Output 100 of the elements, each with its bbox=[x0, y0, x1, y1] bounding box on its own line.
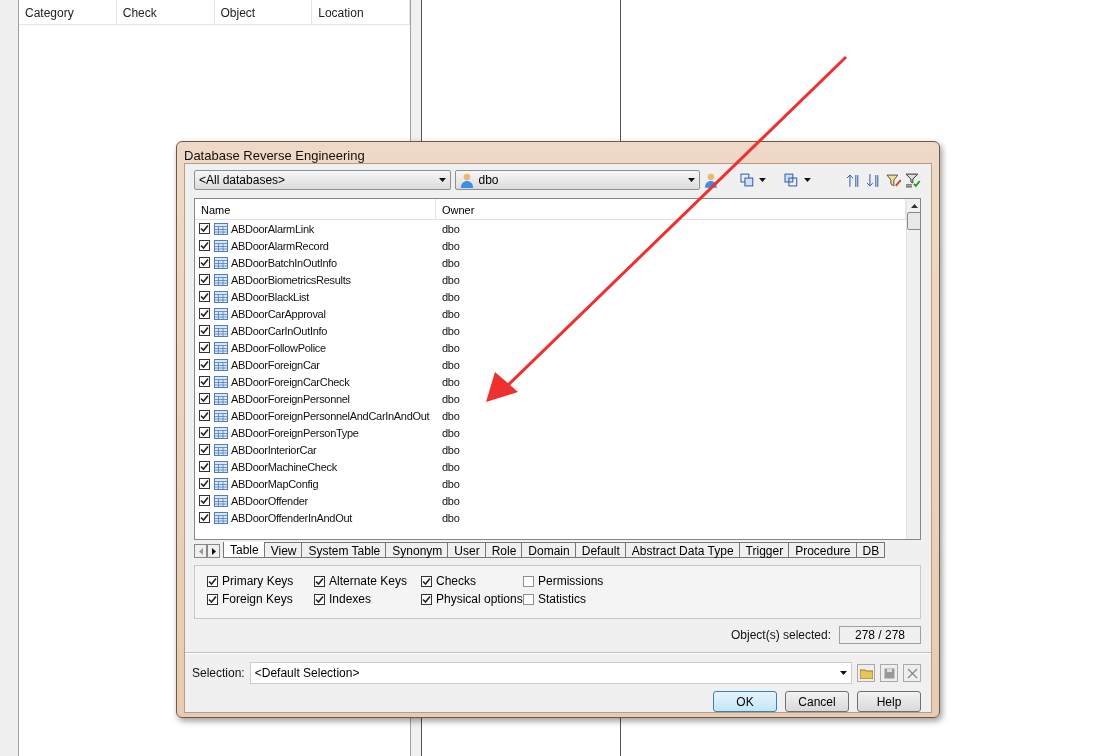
scroll-right-button[interactable] bbox=[207, 544, 220, 558]
owner-cell: dbo bbox=[442, 290, 460, 303]
checkbox[interactable] bbox=[199, 325, 210, 336]
caret-icon bbox=[439, 178, 447, 182]
column-header[interactable]: Name bbox=[195, 199, 436, 219]
filter-icon[interactable] bbox=[885, 172, 902, 188]
table-name: ABDoorBatchInOutInfo bbox=[231, 256, 338, 269]
option-checkbox[interactable]: Primary Keys bbox=[207, 572, 314, 590]
checkbox[interactable] bbox=[199, 359, 210, 370]
table-icon bbox=[214, 358, 228, 371]
selection-select[interactable]: <Default Selection> bbox=[249, 662, 852, 684]
filter-check-icon[interactable] bbox=[905, 172, 922, 188]
checkbox[interactable] bbox=[199, 427, 210, 438]
column-header[interactable]: Location bbox=[312, 0, 410, 24]
owner-cell: dbo bbox=[442, 477, 460, 490]
owner-cell: dbo bbox=[442, 341, 460, 354]
database-select[interactable]: <All databases> bbox=[194, 170, 452, 190]
table-name: ABDoorOffenderInAndOut bbox=[231, 511, 354, 524]
checkbox[interactable] bbox=[199, 512, 210, 523]
owner-cell: dbo bbox=[442, 222, 460, 235]
owner-select[interactable]: dbo bbox=[455, 170, 701, 190]
table-name: ABDoorCarApproval bbox=[231, 307, 327, 320]
table-icon bbox=[214, 307, 228, 320]
option-checkbox[interactable]: Physical options bbox=[421, 590, 523, 608]
table-icon bbox=[214, 375, 228, 388]
table-name: ABDoorForeignPersonnelAndCarInAndOut bbox=[231, 409, 431, 422]
table-icon bbox=[214, 324, 228, 337]
checkbox[interactable] bbox=[199, 291, 210, 302]
owner-user-icon bbox=[704, 172, 718, 188]
checkbox[interactable] bbox=[199, 342, 210, 353]
checkbox[interactable] bbox=[199, 495, 210, 506]
table-name: ABDoorOffender bbox=[231, 494, 309, 507]
checkbox[interactable] bbox=[199, 223, 210, 234]
tab[interactable]: Trigger bbox=[738, 542, 790, 558]
copy-icon[interactable] bbox=[739, 172, 756, 188]
checkbox[interactable] bbox=[199, 274, 210, 285]
table-icon bbox=[214, 222, 228, 235]
table-name: ABDoorBlackList bbox=[231, 290, 311, 303]
window-title: Database Reverse Engineering bbox=[183, 147, 366, 163]
column-header[interactable]: Object bbox=[214, 0, 313, 24]
tab[interactable]: User bbox=[447, 542, 486, 558]
checkbox[interactable] bbox=[199, 308, 210, 319]
tab[interactable]: View bbox=[263, 542, 303, 558]
owner-cell: dbo bbox=[442, 307, 460, 320]
dialog-button[interactable]: Help bbox=[857, 691, 921, 712]
tab[interactable]: System Table bbox=[301, 542, 387, 558]
scrollbar[interactable] bbox=[906, 199, 920, 539]
column-header[interactable]: Category bbox=[19, 0, 117, 24]
owner-cell: dbo bbox=[442, 358, 460, 371]
table-name: ABDoorInteriorCar bbox=[231, 443, 318, 456]
option-checkbox[interactable]: Indexes bbox=[314, 590, 421, 608]
option-checkbox[interactable]: Foreign Keys bbox=[207, 590, 314, 608]
checkbox[interactable] bbox=[199, 444, 210, 455]
table-icon bbox=[214, 426, 228, 439]
option-checkbox[interactable]: Checks bbox=[421, 572, 523, 590]
tab[interactable]: DB bbox=[855, 542, 886, 558]
checkbox[interactable] bbox=[199, 478, 210, 489]
checkbox[interactable] bbox=[199, 410, 210, 421]
tab[interactable]: Abstract Data Type bbox=[624, 542, 740, 558]
checkbox[interactable] bbox=[199, 393, 210, 404]
column-header[interactable]: Check bbox=[116, 0, 215, 24]
owner-cell: dbo bbox=[442, 409, 460, 422]
delete-button[interactable] bbox=[903, 664, 921, 682]
table-icon bbox=[214, 494, 228, 507]
option-checkbox[interactable]: Alternate Keys bbox=[314, 572, 421, 590]
option-checkbox[interactable]: Statistics bbox=[523, 590, 633, 608]
owner-cell: dbo bbox=[442, 375, 460, 388]
caret-icon bbox=[840, 671, 847, 675]
checkbox[interactable] bbox=[199, 376, 210, 387]
dialog-button[interactable]: Cancel bbox=[785, 691, 849, 712]
table-name: ABDoorAlarmLink bbox=[231, 222, 315, 235]
table-name: ABDoorCarInOutInfo bbox=[231, 324, 329, 337]
user-icon bbox=[460, 172, 475, 188]
dialog-button[interactable]: OK bbox=[713, 691, 777, 712]
table-name: ABDoorMapConfig bbox=[231, 477, 320, 490]
tab[interactable]: Procedure bbox=[788, 542, 857, 558]
option-checkbox[interactable]: Permissions bbox=[523, 572, 633, 590]
checkbox[interactable] bbox=[199, 461, 210, 472]
left-arrow-icon bbox=[198, 547, 203, 555]
scroll-thumb[interactable] bbox=[907, 212, 920, 230]
right-arrow-icon bbox=[211, 547, 216, 555]
tab[interactable]: Domain bbox=[521, 542, 576, 558]
checkbox[interactable] bbox=[199, 240, 210, 251]
tab[interactable]: Synonym bbox=[385, 542, 449, 558]
table-icon bbox=[214, 239, 228, 252]
owner-cell: dbo bbox=[442, 494, 460, 507]
table-icon bbox=[214, 290, 228, 303]
table-name: ABDoorBiometricsResults bbox=[231, 273, 352, 286]
table-icon bbox=[214, 273, 228, 286]
caret-icon bbox=[759, 178, 767, 182]
tab[interactable]: Table bbox=[223, 542, 265, 558]
tab[interactable]: Default bbox=[574, 542, 626, 558]
table-icon bbox=[214, 392, 228, 405]
scroll-up-icon[interactable] bbox=[911, 204, 918, 208]
checkbox[interactable] bbox=[199, 257, 210, 268]
copy-icon[interactable] bbox=[784, 172, 800, 188]
objects-selected-count: 278 / 278 bbox=[839, 626, 921, 644]
table-name: ABDoorForeignPersonType bbox=[231, 426, 360, 439]
tab[interactable]: Role bbox=[484, 542, 523, 558]
owner-cell: dbo bbox=[442, 392, 460, 405]
